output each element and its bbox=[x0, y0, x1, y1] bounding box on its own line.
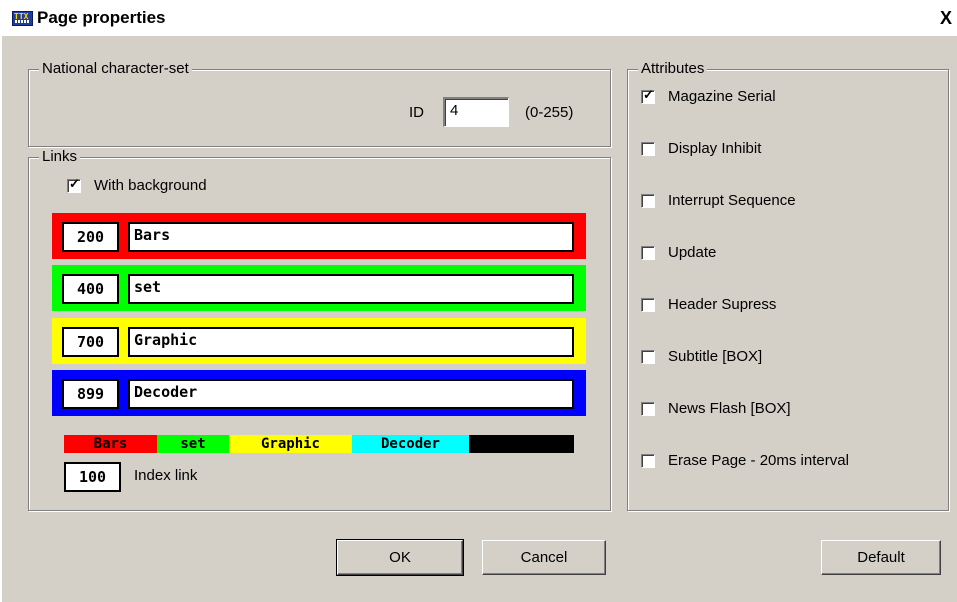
window-border bbox=[0, 36, 2, 602]
attribute-checkbox[interactable] bbox=[641, 246, 655, 260]
with-background-label: With background bbox=[94, 177, 207, 194]
link-text-input[interactable]: Bars bbox=[128, 222, 574, 252]
window-title: Page properties bbox=[37, 8, 166, 27]
attribute-checkbox[interactable] bbox=[641, 402, 655, 416]
link-text-input[interactable]: Graphic bbox=[128, 327, 574, 357]
preview-segment: set bbox=[157, 435, 229, 453]
index-link-label: Index link bbox=[134, 467, 198, 484]
default-button[interactable]: Default bbox=[821, 540, 941, 575]
ok-button[interactable]: OK bbox=[336, 539, 464, 576]
attribute-label: Header Supress bbox=[668, 296, 777, 313]
attribute-checkbox[interactable] bbox=[641, 454, 655, 468]
link-page-input[interactable]: 200 bbox=[62, 222, 119, 252]
attribute-label: Update bbox=[668, 244, 717, 261]
attributes-legend: Attributes bbox=[638, 60, 708, 78]
id-input[interactable]: 4 bbox=[443, 97, 509, 127]
cancel-button[interactable]: Cancel bbox=[482, 540, 606, 575]
attribute-label: Interrupt Sequence bbox=[668, 192, 796, 209]
preview-segment: Bars bbox=[64, 435, 157, 453]
link-page-input[interactable]: 899 bbox=[62, 379, 119, 409]
check-mark-icon: ✓ bbox=[643, 87, 654, 102]
link-row-1: 200 Bars bbox=[52, 213, 586, 259]
link-text-input[interactable]: Decoder bbox=[128, 379, 574, 409]
link-row-4: 899 Decoder bbox=[52, 370, 586, 416]
check-mark-icon: ✓ bbox=[69, 176, 80, 191]
close-icon[interactable]: X bbox=[940, 8, 952, 29]
attribute-label: News Flash [BOX] bbox=[668, 400, 791, 417]
preview-segment bbox=[469, 435, 574, 453]
attribute-checkbox[interactable] bbox=[641, 142, 655, 156]
link-row-3: 700 Graphic bbox=[52, 318, 586, 364]
link-row-2: 400 set bbox=[52, 265, 586, 311]
national-charset-legend: National character-set bbox=[39, 60, 192, 78]
attribute-label: Display Inhibit bbox=[668, 140, 762, 157]
attribute-label: Erase Page - 20ms interval bbox=[668, 452, 849, 469]
national-charset-group: National character-set bbox=[28, 60, 611, 147]
preview-segment: Decoder bbox=[352, 435, 469, 453]
attribute-label: Magazine Serial bbox=[668, 88, 776, 105]
link-page-input[interactable]: 700 bbox=[62, 327, 119, 357]
link-preview-bar: Bars set Graphic Decoder bbox=[64, 435, 574, 453]
with-background-checkbox[interactable]: ✓ bbox=[67, 176, 81, 193]
attribute-checkbox[interactable]: ✓ bbox=[641, 87, 655, 104]
id-range-label: (0-255) bbox=[525, 104, 574, 121]
link-text-input[interactable]: set bbox=[128, 274, 574, 304]
title-bar: TTX Page properties X bbox=[0, 0, 957, 36]
preview-segment: Graphic bbox=[229, 435, 352, 453]
links-legend: Links bbox=[39, 148, 81, 166]
attribute-checkbox[interactable] bbox=[641, 194, 655, 208]
attribute-label: Subtitle [BOX] bbox=[668, 348, 763, 365]
attribute-checkbox[interactable] bbox=[641, 350, 655, 364]
id-label: ID bbox=[409, 104, 424, 121]
ttx-icon: TTX bbox=[12, 11, 33, 26]
link-page-input[interactable]: 400 bbox=[62, 274, 119, 304]
index-link-page-input[interactable]: 100 bbox=[64, 462, 121, 492]
attribute-checkbox[interactable] bbox=[641, 298, 655, 312]
attributes-group: Attributes bbox=[627, 60, 949, 511]
